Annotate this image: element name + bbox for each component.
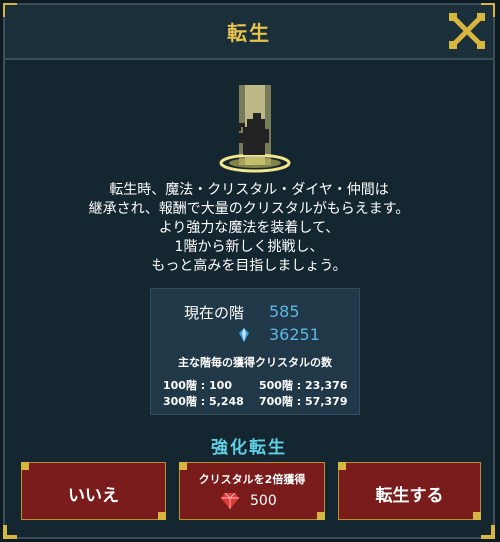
description-line: 1階から新しく挑戦し、 bbox=[174, 239, 324, 255]
floor-label: 現在の階 bbox=[184, 304, 245, 322]
button-ornament bbox=[473, 512, 481, 520]
reward-stat: 100階 : 100 bbox=[163, 379, 232, 392]
double-crystal-button[interactable]: クリスタルを2倍獲得 500 bbox=[179, 462, 325, 520]
button-ornament bbox=[179, 462, 187, 470]
no-button-label: いいえ bbox=[68, 486, 119, 506]
reincarnate-button[interactable]: 転生する bbox=[338, 462, 481, 520]
rewards-subheading: 主な階毎の獲得クリスタルの数 bbox=[178, 356, 332, 369]
button-ornament bbox=[317, 512, 325, 520]
description-line: もっと高みを目指しましょう。 bbox=[151, 258, 347, 274]
reward-stat: 500階 : 23,376 bbox=[259, 379, 348, 392]
reincarnation-character-icon bbox=[219, 85, 291, 173]
crystal-icon bbox=[239, 328, 249, 342]
double-crystal-cost: 500 bbox=[250, 493, 277, 509]
dialog-title: 転生 bbox=[227, 21, 271, 45]
double-crystal-label: クリスタルを2倍獲得 bbox=[198, 473, 306, 486]
description-line: 継承され、報酬で大量のクリスタルがもらえます。 bbox=[88, 201, 410, 217]
reincarnation-dialog: 転生 転生時、魔法・クリスタル・ダイヤ・仲間は 継承され、報酬で大量のクリスタル… bbox=[3, 3, 495, 539]
description-text: 転生時、魔法・クリスタル・ダイヤ・仲間は 継承され、報酬で大量のクリスタルがもら… bbox=[25, 181, 473, 276]
description-line: より強力な魔法を装着して、 bbox=[158, 220, 340, 236]
floor-value: 585 bbox=[269, 302, 300, 321]
description-line: 転生時、魔法・クリスタル・ダイヤ・仲間は bbox=[109, 182, 389, 198]
reincarnate-button-label: 転生する bbox=[375, 486, 444, 506]
corner-ornament-icon bbox=[3, 525, 17, 539]
crystal-row: 36251 bbox=[151, 325, 359, 347]
stats-panel: 現在の階 585 36251 主な階毎の獲得クリスタルの数 100階 : 100… bbox=[150, 288, 360, 415]
close-x-icon[interactable] bbox=[449, 13, 485, 49]
reward-stat: 700階 : 57,379 bbox=[259, 395, 348, 408]
button-ornament bbox=[158, 512, 166, 520]
button-ornament bbox=[338, 462, 346, 470]
dialog-header: 転生 bbox=[5, 5, 493, 60]
crystal-value: 36251 bbox=[269, 325, 320, 344]
ruby-gem-icon bbox=[221, 493, 239, 509]
reward-stat: 300階 : 5,248 bbox=[163, 395, 244, 408]
enhance-label: 強化転生 bbox=[211, 438, 287, 458]
corner-ornament-icon bbox=[481, 525, 495, 539]
button-ornament bbox=[21, 462, 29, 470]
no-button[interactable]: いいえ bbox=[21, 462, 166, 520]
floor-row: 現在の階 585 bbox=[151, 302, 359, 324]
